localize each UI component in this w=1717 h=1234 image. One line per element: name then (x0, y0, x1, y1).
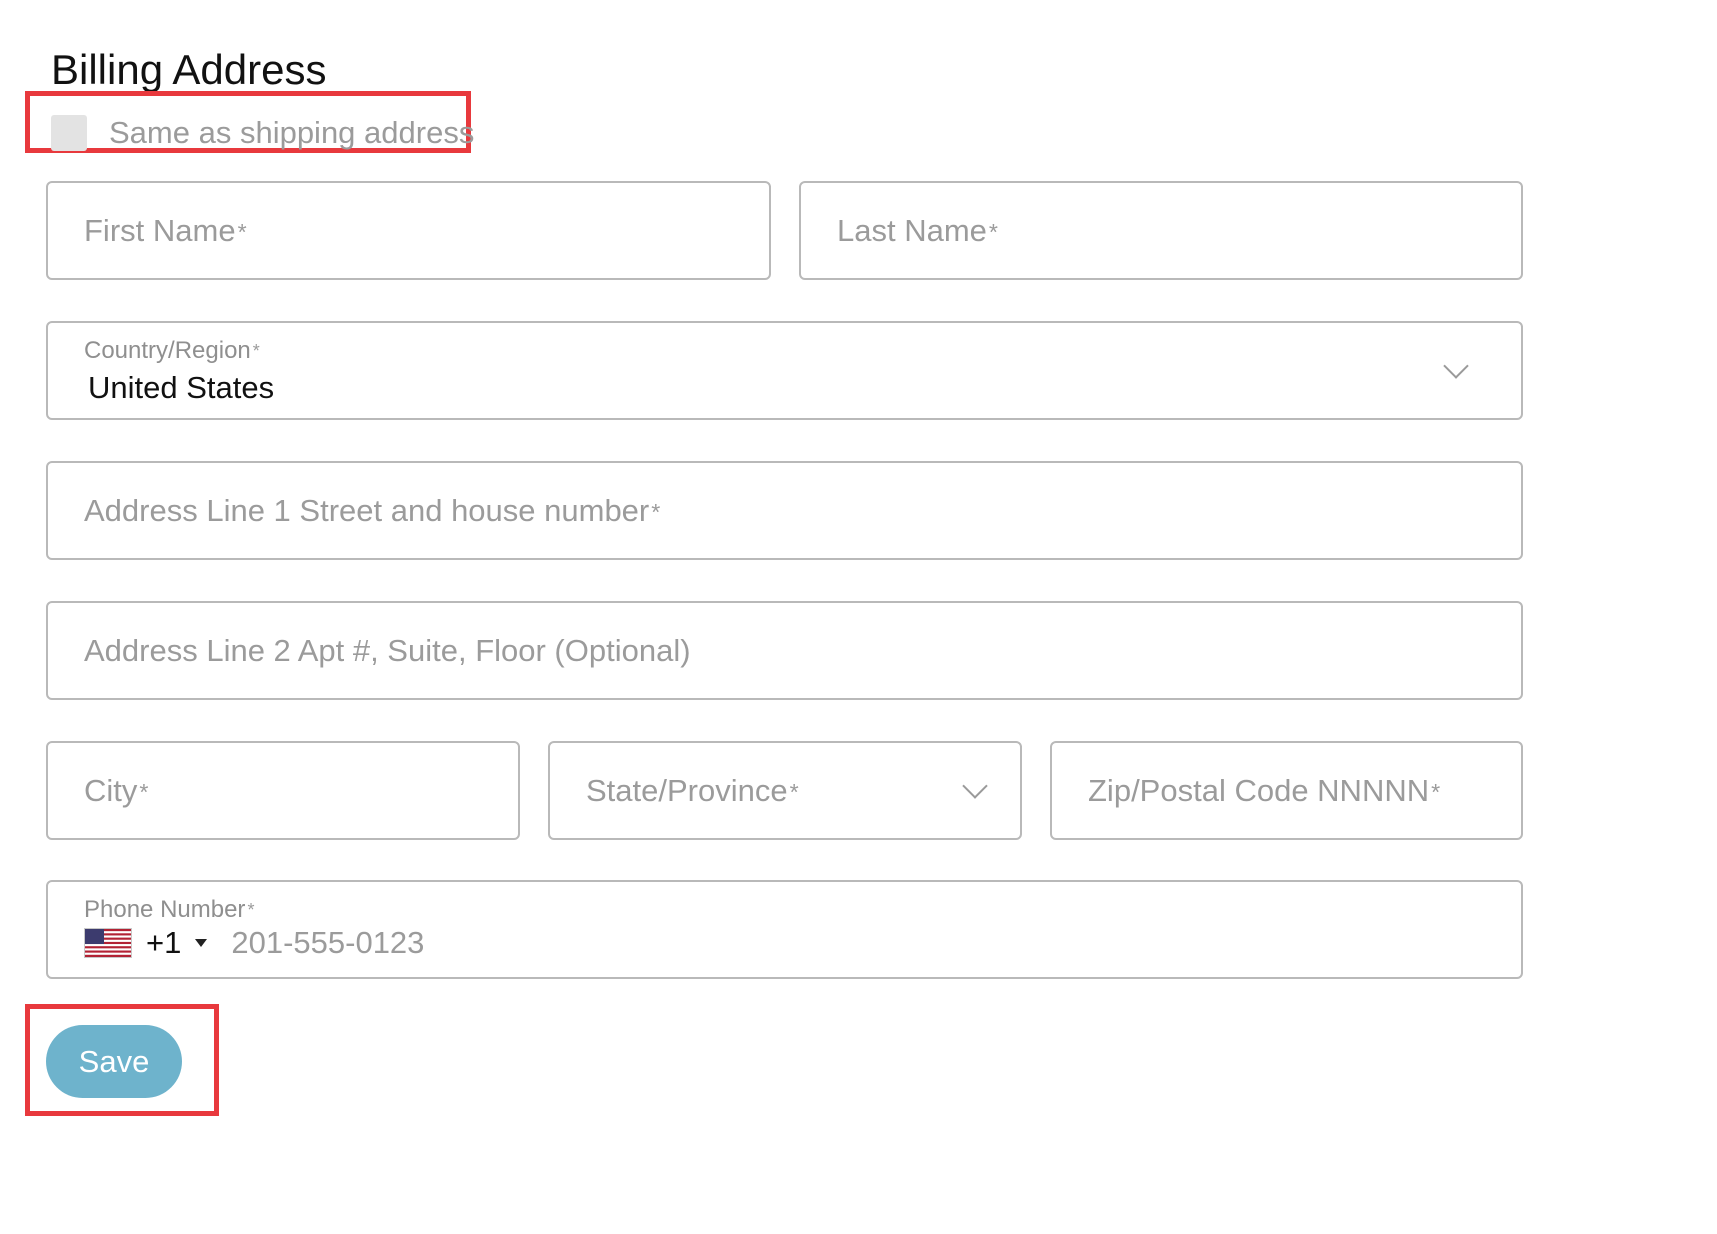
caret-down-icon[interactable] (195, 939, 208, 947)
zip-postal-code-placeholder: Zip/Postal Code NNNNN* (1088, 772, 1441, 808)
city-field[interactable]: City* (46, 741, 520, 840)
first-name-placeholder: First Name* (84, 212, 247, 248)
country-region-select[interactable]: Country/Region * United States (46, 321, 1523, 420)
phone-input-row: +1 201-555-0123 (84, 921, 424, 965)
address-line-2-placeholder: Address Line 2 Apt #, Suite, Floor (Opti… (84, 632, 691, 668)
same-as-shipping-toggle[interactable]: Same as shipping address (51, 112, 474, 154)
phone-number-label: Phone Number * (84, 896, 255, 923)
country-region-value: United States (88, 370, 275, 405)
city-placeholder: City* (84, 772, 149, 808)
save-button[interactable]: Save (46, 1025, 182, 1098)
chevron-down-icon (1443, 353, 1469, 379)
phone-number-placeholder: 201-555-0123 (231, 925, 425, 960)
address-line-1-placeholder: Address Line 1 Street and house number* (84, 492, 661, 528)
same-as-shipping-label: Same as shipping address (109, 115, 475, 150)
address-line-1-field[interactable]: Address Line 1 Street and house number* (46, 461, 1523, 560)
last-name-field[interactable]: Last Name* (799, 181, 1523, 280)
first-name-field[interactable]: First Name* (46, 181, 771, 280)
phone-number-field[interactable]: Phone Number * +1 201-555-0123 (46, 880, 1523, 979)
us-flag-icon[interactable] (84, 928, 132, 958)
address-line-2-field[interactable]: Address Line 2 Apt #, Suite, Floor (Opti… (46, 601, 1523, 700)
chevron-down-icon (962, 773, 988, 799)
dial-code[interactable]: +1 (146, 925, 181, 961)
zip-postal-code-field[interactable]: Zip/Postal Code NNNNN* (1050, 741, 1523, 840)
page-title: Billing Address (51, 46, 327, 93)
country-region-label: Country/Region * (84, 337, 260, 364)
same-as-shipping-checkbox[interactable] (51, 115, 87, 151)
last-name-placeholder: Last Name* (837, 212, 998, 248)
state-province-select[interactable]: State/Province* (548, 741, 1022, 840)
state-province-placeholder: State/Province* (586, 772, 799, 808)
